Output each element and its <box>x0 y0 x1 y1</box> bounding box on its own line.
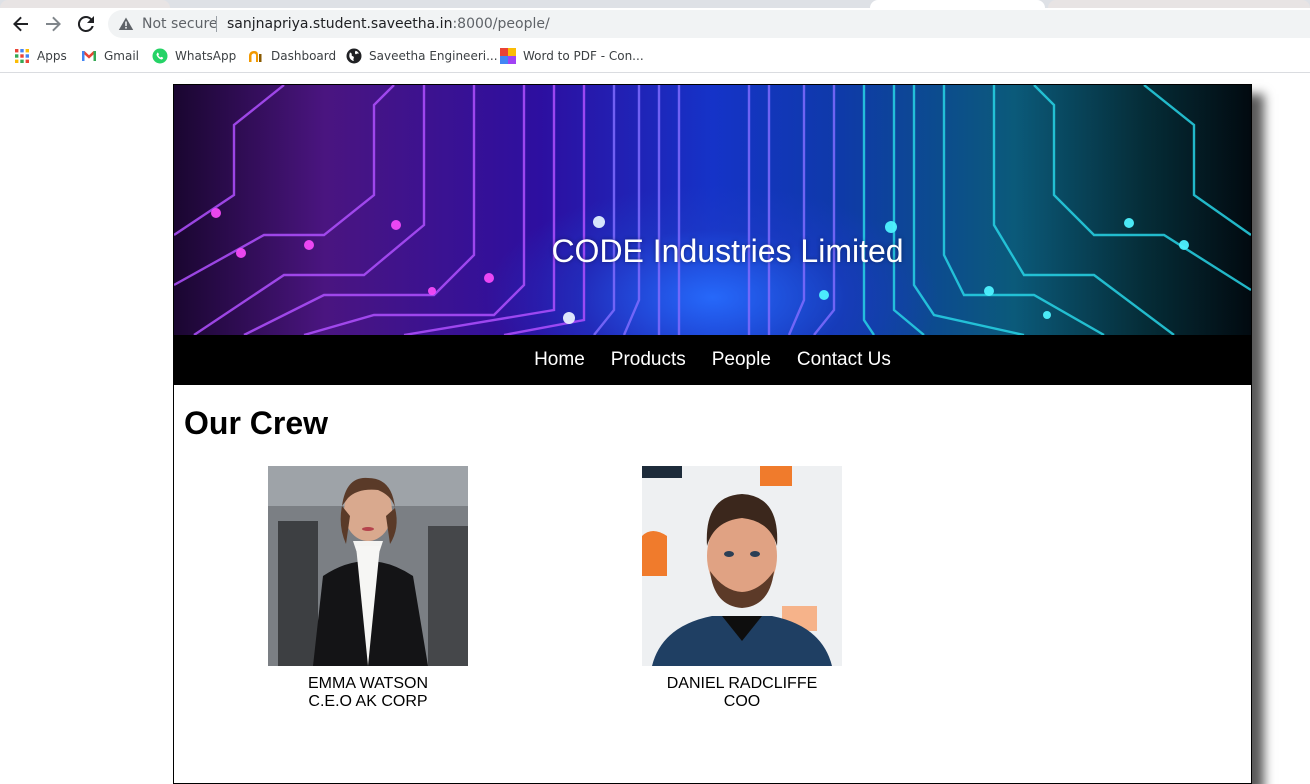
omnibox-separator <box>216 16 217 32</box>
browser-tab[interactable] <box>0 0 170 8</box>
reload-icon <box>77 15 94 32</box>
back-button[interactable] <box>9 12 33 36</box>
warning-triangle-icon <box>118 17 134 30</box>
bookmark-label: Dashboard <box>271 49 337 63</box>
url-text[interactable]: sanjnapriya.student.saveetha.in:8000/peo… <box>227 16 550 32</box>
crew-role: COO <box>723 693 761 710</box>
crew-name: EMMA WATSON <box>308 675 428 692</box>
bookmark-label: Apps <box>37 49 67 63</box>
bookmark-word-to-pdf[interactable]: Word to PDF - Con... <box>500 47 644 65</box>
header-banner: CODE Industries Limited <box>174 85 1251 335</box>
crew-name: DANIEL RADCLIFFE <box>666 675 818 692</box>
page-container: CODE Industries Limited Home Products Pe… <box>173 84 1252 784</box>
bookmark-whatsapp[interactable]: WhatsApp <box>152 47 236 65</box>
person-portrait-graphic <box>268 466 468 666</box>
globe-icon <box>346 48 362 64</box>
forward-button[interactable] <box>41 12 65 36</box>
crew-photo <box>268 466 468 666</box>
site-title: CODE Industries Limited <box>551 233 904 269</box>
gmail-icon <box>81 48 97 64</box>
browser-tab-active[interactable] <box>870 0 1045 8</box>
security-label[interactable]: Not secure <box>142 16 218 32</box>
crew-member-card: DANIEL RADCLIFFE COO <box>632 466 852 711</box>
bookmark-label: Word to PDF - Con... <box>523 49 644 63</box>
back-arrow-icon <box>13 16 28 32</box>
address-bar[interactable]: Not secure sanjnapriya.student.saveetha.… <box>108 10 1310 38</box>
reload-button[interactable] <box>74 12 98 36</box>
nav-people-link[interactable]: People <box>712 349 771 371</box>
crew-member-card: EMMA WATSON C.E.O AK CORP <box>258 466 478 711</box>
dashboard-icon <box>248 48 264 64</box>
site-nav: Home Products People Contact Us <box>174 335 1251 385</box>
browser-tab-strip <box>0 0 1310 8</box>
person-portrait-graphic <box>642 466 842 666</box>
page-heading: Our Crew <box>184 405 329 441</box>
nav-products-link[interactable]: Products <box>611 349 686 371</box>
circuit-board-graphic <box>174 85 1251 335</box>
bookmark-label: WhatsApp <box>175 49 237 63</box>
bookmark-label: Gmail <box>104 49 140 63</box>
url-host: sanjnapriya.student.saveetha.in <box>227 16 453 32</box>
apps-grid-icon <box>14 48 30 64</box>
bookmark-label: Saveetha Engineeri... <box>369 49 498 63</box>
word-to-pdf-icon <box>500 48 516 64</box>
nav-contact-link[interactable]: Contact Us <box>797 349 891 371</box>
url-path: :8000/people/ <box>452 16 550 32</box>
nav-home-link[interactable]: Home <box>534 349 585 371</box>
whatsapp-icon <box>152 48 168 64</box>
browser-toolbar: Not secure sanjnapriya.student.saveetha.… <box>0 8 1310 40</box>
forward-arrow-icon <box>46 16 61 32</box>
bookmark-saveetha[interactable]: Saveetha Engineeri... <box>346 47 498 65</box>
bookmarks-bar: Apps Gmail WhatsApp Dashboard Saveetha E… <box>0 40 1310 73</box>
browser-tab[interactable] <box>1048 0 1310 8</box>
bookmark-apps[interactable]: Apps <box>14 47 67 65</box>
crew-photo <box>642 466 842 666</box>
bookmark-dashboard[interactable]: Dashboard <box>248 47 336 65</box>
crew-role: C.E.O AK CORP <box>308 693 428 710</box>
bookmark-gmail[interactable]: Gmail <box>81 47 139 65</box>
